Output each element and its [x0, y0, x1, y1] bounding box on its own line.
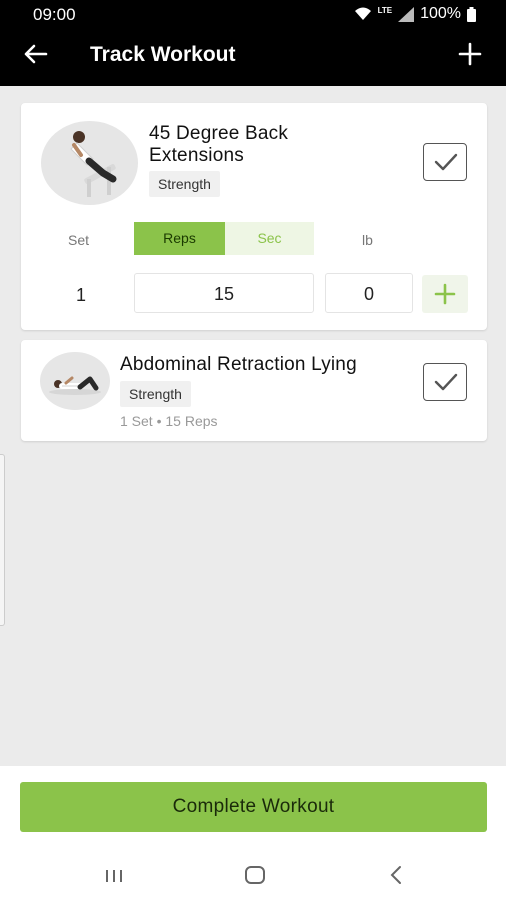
system-back-button[interactable] [388, 865, 404, 885]
unit-column-label: lb [362, 232, 373, 248]
complete-exercise-checkbox[interactable] [423, 363, 467, 401]
battery-percent: 100% [420, 5, 461, 22]
page-title: Track Workout [90, 43, 236, 66]
exercise-thumbnail [41, 121, 138, 205]
set-column-label: Set [68, 232, 90, 248]
status-bar: 09:00 LTE 100% [0, 0, 506, 28]
category-tag: Strength [149, 171, 220, 197]
status-icons: LTE 100% [354, 5, 476, 23]
recent-apps-icon [106, 870, 122, 882]
arrow-left-icon [24, 44, 48, 64]
checkmark-icon [434, 153, 458, 171]
set-number: 1 [76, 285, 87, 305]
exercise-thumbnail [40, 352, 110, 410]
reps-input[interactable]: 15 [134, 273, 314, 313]
exercise-summary: 1 Set • 15 Reps [120, 413, 218, 429]
home-icon [245, 866, 265, 884]
add-set-button[interactable] [422, 275, 468, 313]
home-button[interactable] [244, 865, 266, 885]
battery-icon [467, 6, 476, 22]
recent-apps-button[interactable] [104, 868, 124, 884]
back-extension-figure-icon [70, 131, 117, 197]
plus-icon [458, 42, 482, 66]
plus-icon [434, 283, 456, 305]
back-button[interactable] [22, 40, 50, 68]
exercise-card-collapsed[interactable]: Abdominal Retraction Lying Strength 1 Se… [21, 340, 487, 441]
reps-toggle[interactable]: Reps [134, 222, 225, 255]
checkmark-icon [434, 373, 458, 391]
status-time: 09:00 [33, 5, 76, 24]
exercise-name: 45 Degree Back Extensions [149, 123, 289, 166]
exercise-card-expanded[interactable]: 45 Degree Back Extensions Strength Set R… [21, 103, 487, 330]
lying-figure-icon [49, 376, 101, 395]
bottom-bar: Complete Workout [0, 766, 506, 900]
exercise-name: Abdominal Retraction Lying [120, 354, 357, 375]
signal-icon [398, 6, 415, 22]
app-bar: Track Workout [0, 28, 506, 86]
add-exercise-button[interactable] [456, 40, 484, 68]
complete-exercise-checkbox[interactable] [423, 143, 467, 181]
network-label: LTE [377, 5, 393, 15]
wifi-icon [354, 7, 371, 20]
category-tag: Strength [120, 381, 191, 407]
sec-toggle[interactable]: Sec [225, 222, 314, 255]
side-drawer-handle[interactable] [0, 454, 5, 626]
weight-input[interactable]: 0 [325, 273, 413, 313]
chevron-left-icon [390, 866, 401, 884]
complete-workout-button[interactable]: Complete Workout [20, 782, 487, 832]
